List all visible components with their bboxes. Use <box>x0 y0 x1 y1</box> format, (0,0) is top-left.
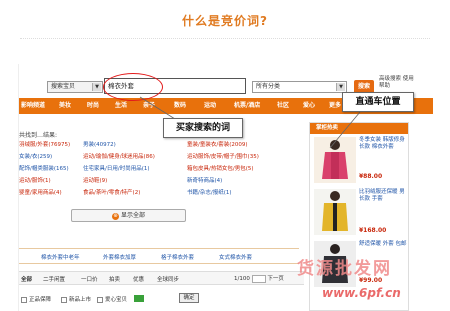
category-link[interactable]: 运动鞋(9) <box>83 176 107 184</box>
sponsored-title[interactable]: 比羽绒服还保暖 男长款 手套 <box>359 189 409 203</box>
nav-item[interactable]: 亲子 <box>143 98 155 114</box>
sponsored-panel: 掌柜热卖 冬季女装 韩版修身 长款 棉衣外套 ¥88.00 比羽绒服还保暖 男长… <box>309 122 409 311</box>
search-scope-label: 搜索宝贝 <box>51 83 76 90</box>
filter-authentic[interactable]: 正品保障 <box>21 295 51 303</box>
category-link[interactable]: 童装/童装衣/套装(2009) <box>187 140 248 148</box>
watermark-url: www.6pf.cn <box>322 286 401 300</box>
category-link[interactable]: 婴童/家用商品(4) <box>19 188 62 196</box>
watermark-text: 货源批发网 <box>297 259 392 279</box>
related-searches: 棉衣外套中老年 外套棉衣加厚 格子棉衣外套 女式棉衣外套 <box>19 248 299 264</box>
category-link[interactable]: 配饰/帽类服装(165) <box>19 164 69 172</box>
product-image[interactable] <box>314 137 356 183</box>
nav-item[interactable]: 美妆 <box>59 98 71 114</box>
category-link[interactable]: 住宅家具/日用/时尚用品(1) <box>83 164 150 172</box>
search-highlight-circle <box>103 73 163 101</box>
category-link[interactable]: 羽绒服/外套(76975) <box>19 140 70 148</box>
chevron-down-icon: ▼ <box>92 83 101 91</box>
sponsored-title[interactable]: 冬季女装 韩版修身 长款 棉衣外套 <box>359 137 409 151</box>
page-indicator: 1/100 <box>234 276 250 282</box>
checkbox[interactable] <box>21 296 27 303</box>
search-scope-select[interactable]: 搜索宝贝 ▼ <box>47 81 103 93</box>
sponsored-header: 掌柜热卖 <box>310 123 408 134</box>
next-page-link[interactable]: 下一页 <box>267 276 284 282</box>
result-tabs: 全部 二手闲置 一口价 拍卖 优惠 全球同步 1/100 下一页 <box>19 271 304 285</box>
tab-fixed-price[interactable]: 一口价 <box>81 275 98 283</box>
category-link[interactable]: 女装/衣(259) <box>19 152 52 160</box>
promo-badge-icon <box>134 295 144 302</box>
category-link[interactable]: 食品/茶叶/零食/特产(2) <box>83 188 140 196</box>
tab-all[interactable]: 全部 <box>21 275 32 283</box>
callout-ad-position: 直通车位置 <box>342 92 414 112</box>
nav-item[interactable]: 社区 <box>277 98 289 114</box>
nav-item[interactable]: 机票/酒店 <box>234 98 260 114</box>
page-title: 什么是竞价词? <box>182 14 268 28</box>
expand-icon: ⊕ <box>111 213 119 220</box>
sponsored-item[interactable]: 冬季女装 韩版修身 长款 棉衣外套 ¥88.00 <box>314 137 408 185</box>
related-link[interactable]: 女式棉衣外套 <box>219 253 252 261</box>
filter-row: 正品保障 新品上市 爱心宝贝 确定 <box>19 292 304 306</box>
filter-charity[interactable]: 爱心宝贝 <box>97 295 127 303</box>
pager: 1/100 下一页 <box>234 274 284 283</box>
category-link[interactable]: 箱包皮具/热销女包/男包(5) <box>187 164 254 172</box>
category-link[interactable]: 新奇特商品(4) <box>187 176 222 184</box>
category-select[interactable]: 所有分类 ▼ <box>252 81 347 93</box>
nav-item[interactable]: 时尚 <box>87 98 99 114</box>
tab-auction[interactable]: 拍卖 <box>109 275 120 283</box>
filter-label: 正品保障 <box>29 297 52 303</box>
nav-item[interactable]: 爱心 <box>303 98 315 114</box>
tab-discount[interactable]: 优惠 <box>133 275 144 283</box>
sponsored-price: ¥88.00 <box>359 173 383 180</box>
product-image[interactable] <box>314 189 356 235</box>
page-input[interactable] <box>251 274 266 283</box>
callout-buyer-keyword: 买家搜索的词 <box>163 118 243 138</box>
category-link[interactable]: 运动服饰/皮带/帽子/围巾(35) <box>187 152 259 160</box>
filter-new[interactable]: 新品上市 <box>61 295 91 303</box>
sponsored-title[interactable]: 舒适保暖 外套 包邮 <box>359 241 409 248</box>
filter-label: 爱心宝贝 <box>105 297 128 303</box>
sponsored-price: ¥168.00 <box>359 227 387 234</box>
related-link[interactable]: 格子棉衣外套 <box>161 253 194 261</box>
sponsored-item[interactable]: 比羽绒服还保暖 男长款 手套 ¥168.00 <box>314 189 408 237</box>
category-link[interactable]: 男装(40972) <box>83 140 116 148</box>
nav-item[interactable]: 数码 <box>174 98 186 114</box>
tab-global[interactable]: 全球同步 <box>157 275 179 283</box>
confirm-button[interactable]: 确定 <box>179 293 199 303</box>
tab-secondhand[interactable]: 二手闲置 <box>43 275 65 283</box>
category-select-label: 所有分类 <box>256 83 281 90</box>
show-all-button[interactable]: ⊕ 显示全部 <box>71 209 186 222</box>
chevron-down-icon: ▼ <box>336 83 345 91</box>
checkbox[interactable] <box>97 296 103 303</box>
results-label: 共找到…结果: <box>19 132 58 139</box>
title-divider <box>20 38 430 39</box>
nav-item[interactable]: 运动 <box>204 98 216 114</box>
nav-item[interactable]: 影响频道 <box>21 98 45 114</box>
category-link[interactable]: 运动/服饰(1) <box>19 176 51 184</box>
related-link[interactable]: 棉衣外套中老年 <box>41 253 80 261</box>
advanced-search-link[interactable]: 高级搜索 使用帮助 <box>379 76 419 90</box>
nav-item[interactable]: 更多 <box>329 98 341 114</box>
checkbox[interactable] <box>61 296 67 303</box>
show-all-label: 显示全部 <box>120 212 145 219</box>
category-link[interactable]: 运动/瑜伽/健身/球迷用品(86) <box>83 152 155 160</box>
category-link[interactable]: 书籍/杂志/报纸(1) <box>187 188 232 196</box>
related-link[interactable]: 外套棉衣加厚 <box>103 253 136 261</box>
filter-label: 新品上市 <box>69 297 92 303</box>
